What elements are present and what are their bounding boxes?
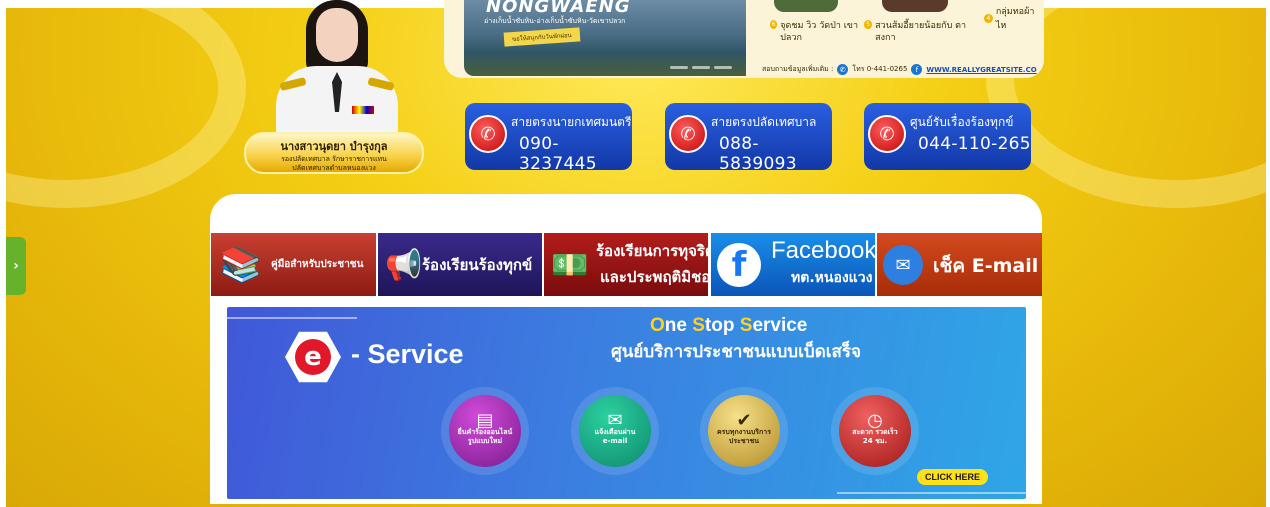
official-name: นางสาวนุดยา บำรุงกุล	[280, 140, 388, 153]
facebook-icon: f	[911, 64, 923, 75]
hotline-title: สายตรงปลัดเทศบาล	[711, 115, 817, 129]
hotline-mayor[interactable]: ✆ สายตรงนายกเทศมนตรี 090-3237445	[465, 103, 632, 174]
tourism-banner[interactable]: NONGWAENG อ่างเก็บน้ำซับหิน-อ่างเก็บน้ำซ…	[444, 0, 1044, 78]
page-edge	[1266, 0, 1270, 507]
complaint-button[interactable]: 📢 ร้องเรียนร้องทุกข์	[378, 233, 542, 296]
hotline-title: ศูนย์รับเรื่องร้องทุกข์	[910, 115, 1014, 129]
one-stop-title: One Stop Service	[650, 315, 808, 336]
eservice-logo: e	[285, 331, 341, 383]
mail-icon: ✉	[883, 245, 923, 285]
hotline-number: 044-110-265	[918, 134, 1031, 154]
banner-contact: สอบถามข้อมูลเพิ่มเติม : ✆ โทร 0-441-0265…	[762, 64, 1037, 75]
phone-icon: ✆	[868, 115, 906, 153]
click-here-button[interactable]: CLICK HERE	[917, 469, 989, 485]
eservice-word: - Service	[351, 339, 464, 369]
hotline-deputy[interactable]: ✆ สายตรงปลัดเทศบาล 088-5839093	[665, 103, 832, 174]
lake-subtitle: อ่างเก็บน้ำซับหิน-อ่างเก็บน้ำซับหิน-วัดเ…	[484, 17, 626, 25]
banner-website-link[interactable]: WWW.REALLYGREATSITE.CO	[926, 66, 1036, 74]
thumbnail-photo	[882, 0, 948, 12]
hotline-complaints[interactable]: ✆ ศูนย์รับเรื่องร้องทุกข์ 044-110-265	[864, 103, 1031, 170]
corruption-report-button[interactable]: 💵 ร้องเรียนการทุจริต และประพฤติมิชอบ	[544, 233, 708, 296]
money-icon: 💵	[551, 247, 589, 283]
lake-tag: ขอให้สนุกกับวันพักผ่อน	[503, 27, 581, 47]
banner-item: 4 กลุ่มทอผ้าไห	[984, 4, 1044, 32]
citizen-manual-button[interactable]: 📚 คู่มือสำหรับประชาชน	[211, 233, 376, 296]
books-icon: 📚	[219, 245, 263, 285]
phone-icon: ✆	[669, 115, 707, 153]
lake-photo: NONGWAENG อ่างเก็บน้ำซับหิน-อ่างเก็บน้ำซ…	[464, 0, 746, 76]
banner-item: 6 จุดชม วิว วัดป่า เขาปลวก	[770, 20, 859, 43]
mail-icon: ✉	[607, 410, 623, 431]
decorative-swirl	[6, 8, 246, 208]
megaphone-icon: 📢	[385, 247, 423, 283]
slider-dots[interactable]	[670, 54, 746, 78]
phone-icon: ✆	[469, 115, 507, 153]
eservice-banner[interactable]: e - Service One Stop Service ศูนย์บริการ…	[227, 307, 1026, 499]
thumbnail-photo	[774, 0, 838, 12]
online-request-circle[interactable]: ▤ ยื่นคำร้องออนไลน์ รูปแบบใหม่	[449, 395, 521, 467]
lake-title: NONGWAENG	[486, 0, 631, 17]
one-stop-subtitle: ศูนย์บริการประชาชนแบบเบ็ดเสร็จ	[611, 342, 862, 362]
official-nameplate: นางสาวนุดยา บำรุงกุล รองปลัดเทศบาล รักษา…	[244, 132, 424, 174]
official-role-line2: ปลัดเทศบาลตำบลหนองแวง	[292, 164, 376, 172]
side-drawer-toggle[interactable]: ›	[6, 237, 26, 295]
hotline-number: 090-3237445	[519, 134, 597, 174]
banner-item: 5 สวนส้มอี้ยายน้อยกับ ตาสงกา	[864, 20, 976, 44]
clock-icon: ◷	[867, 410, 883, 431]
email-notify-circle[interactable]: ✉ แจ้งเตือนผ่าน e-mail	[579, 395, 651, 467]
facebook-icon: f	[717, 243, 761, 287]
facebook-button[interactable]: f Facebook ทต.หนองแวง	[711, 233, 875, 296]
hotline-number: 088-5839093	[719, 134, 797, 174]
document-icon: ▤	[476, 410, 494, 431]
official-role-line1: รองปลัดเทศบาล รักษาราชการแทน	[281, 155, 387, 163]
all-services-circle[interactable]: ✔ ครบทุกงานบริการ ประชาชน	[708, 395, 780, 467]
email-check-button[interactable]: ✉ เช็ค E-mail	[877, 233, 1042, 296]
eservice-logo-letter: e	[295, 339, 331, 375]
hotline-title: สายตรงนายกเทศมนตรี	[511, 115, 632, 129]
fast-service-circle[interactable]: ◷ สะดวก รวดเร็ว 24 ชม.	[839, 395, 911, 467]
phone-icon: ✆	[837, 64, 849, 75]
official-portrait	[268, 0, 404, 132]
check-icon: ✔	[736, 410, 752, 431]
